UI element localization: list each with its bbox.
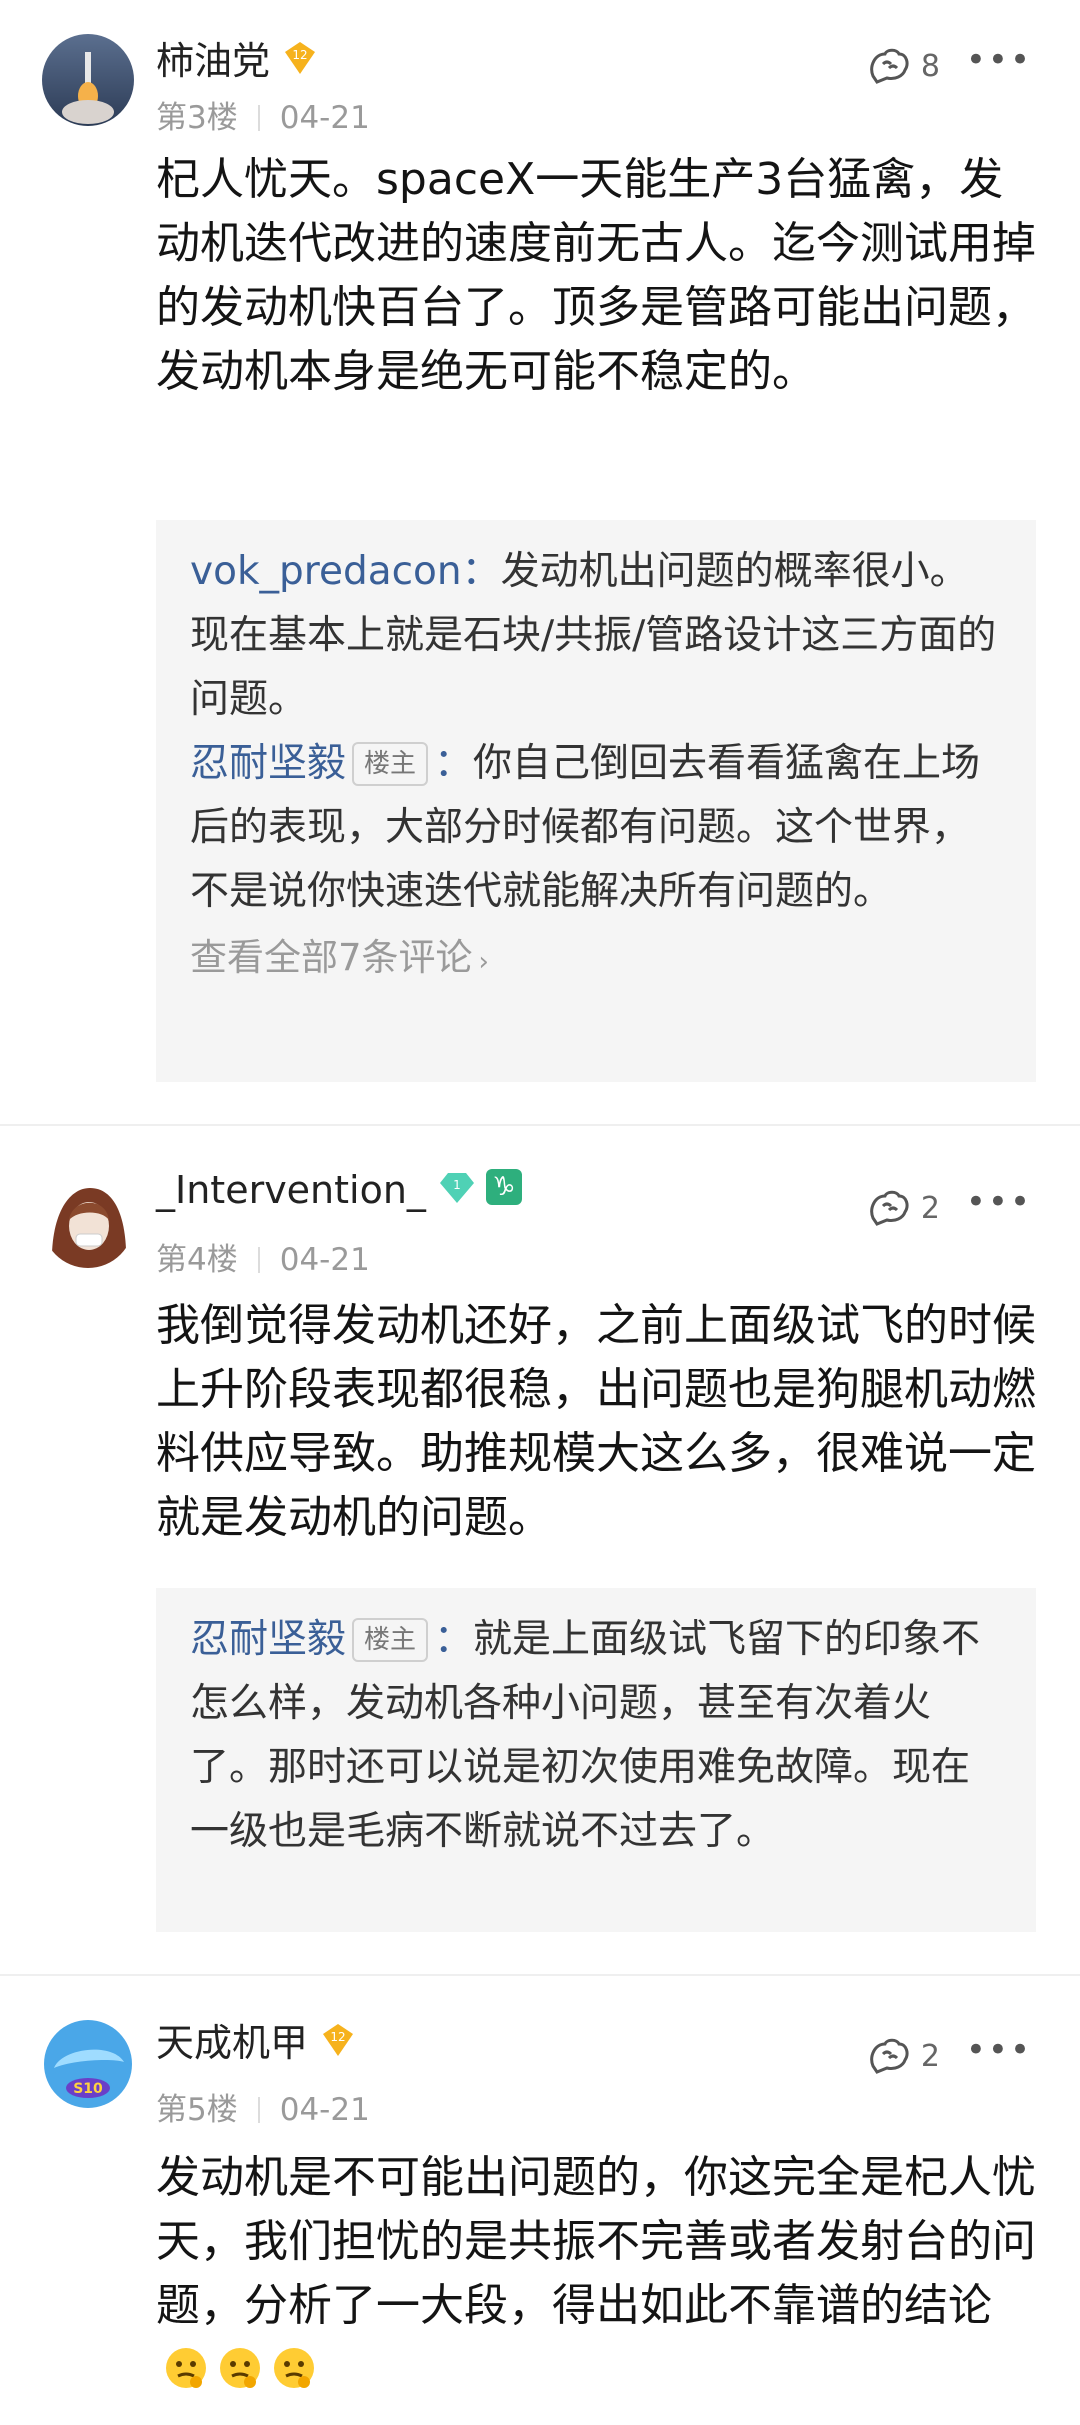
avatar[interactable] — [42, 34, 134, 126]
chevron-right-icon: › — [478, 947, 489, 977]
floor-number: 第4楼 — [156, 1242, 238, 1278]
thinking-emoji-icon — [270, 2344, 318, 2392]
floor-number: 第5楼 — [156, 2092, 238, 2128]
more-options-icon[interactable]: ••• — [966, 40, 1032, 80]
post-content: 我倒觉得发动机还好，之前上面级试飞的时候上升阶段表现都很稳，出问题也是狗腿机动燃… — [156, 1300, 1036, 1543]
username[interactable]: _Intervention_ 1 ♑ — [156, 1168, 522, 1212]
like-icon — [870, 1190, 909, 1226]
username[interactable]: 柿油党 12 — [156, 30, 318, 85]
post-content: 杞人忧天。spaceX一天能生产3台猛禽，发动机迭代改进的速度前无古人。迄今测试… — [156, 154, 1036, 397]
thinking-emoji-icon — [162, 2344, 210, 2392]
reply-item: 忍耐坚毅 楼主 ：你自己倒回去看看猛禽在上场后的表现，大部分时候都有问题。这个世界，… — [190, 741, 981, 914]
more-options-icon[interactable]: ••• — [966, 2030, 1032, 2070]
username[interactable]: 天成机甲 12 — [156, 2012, 356, 2067]
floor-number: 第3楼 — [156, 100, 238, 136]
more-options-icon[interactable]: ••• — [966, 1182, 1032, 1222]
like-button[interactable]: 8 — [867, 46, 940, 86]
op-tag: 楼主 — [352, 742, 429, 786]
svg-text:12: 12 — [330, 2030, 345, 2044]
post-date: 04-21 — [279, 100, 370, 136]
divider — [0, 1124, 1080, 1126]
avatar[interactable] — [42, 1176, 134, 1268]
post-content: 发动机是不可能出问题的，你这完全是杞人忧天，我们担忧的是共振不完善或者发射台的问… — [156, 2146, 1036, 2402]
reply-author[interactable]: vok_predacon — [190, 549, 462, 594]
op-tag: 楼主 — [352, 1618, 429, 1662]
like-button[interactable]: 2 — [867, 1188, 940, 1228]
zodiac-icon: ♑ — [485, 1168, 522, 1205]
level-badge: 12 — [282, 40, 318, 76]
view-all-comments-link[interactable]: 查看全部7条评论 › — [190, 926, 1002, 994]
level-badge: 12 — [320, 2022, 356, 2058]
post-meta: 第5楼 04-21 — [156, 2084, 370, 2129]
post-date: 04-21 — [279, 2092, 370, 2128]
svg-text:1: 1 — [453, 1178, 461, 1192]
avatar[interactable]: S10 — [42, 2018, 134, 2110]
svg-text:12: 12 — [292, 48, 307, 62]
like-count: 2 — [920, 2038, 940, 2074]
like-count: 8 — [920, 48, 940, 84]
like-count: 2 — [920, 1190, 940, 1226]
like-icon — [870, 2038, 909, 2074]
reply-box[interactable]: vok_predacon：发动机出问题的概率很小。现在基本上就是石块/共振/管路… — [156, 520, 1036, 1082]
thinking-emoji-icon — [216, 2344, 264, 2392]
reply-item: vok_predacon：发动机出问题的概率很小。现在基本上就是石块/共振/管路… — [190, 549, 997, 722]
reply-item: 忍耐坚毅 楼主 ：就是上面级试飞留下的印象不怎么样，发动机各种小问题，甚至有次着火了… — [190, 1617, 981, 1854]
divider — [0, 1974, 1080, 1976]
post-meta: 第3楼 04-21 — [156, 92, 370, 137]
diamond-level-badge: 1 — [438, 1169, 474, 1205]
reply-box[interactable]: 忍耐坚毅 楼主 ：就是上面级试飞留下的印象不怎么样，发动机各种小问题，甚至有次着火了… — [156, 1588, 1036, 1932]
like-button[interactable]: 2 — [867, 2036, 940, 2076]
like-icon — [870, 48, 909, 84]
reply-author[interactable]: 忍耐坚毅 — [190, 741, 346, 786]
post-date: 04-21 — [279, 1242, 370, 1278]
post-meta: 第4楼 04-21 — [156, 1234, 370, 1279]
reply-author[interactable]: 忍耐坚毅 — [190, 1617, 346, 1662]
svg-text:S10: S10 — [73, 2081, 103, 2097]
